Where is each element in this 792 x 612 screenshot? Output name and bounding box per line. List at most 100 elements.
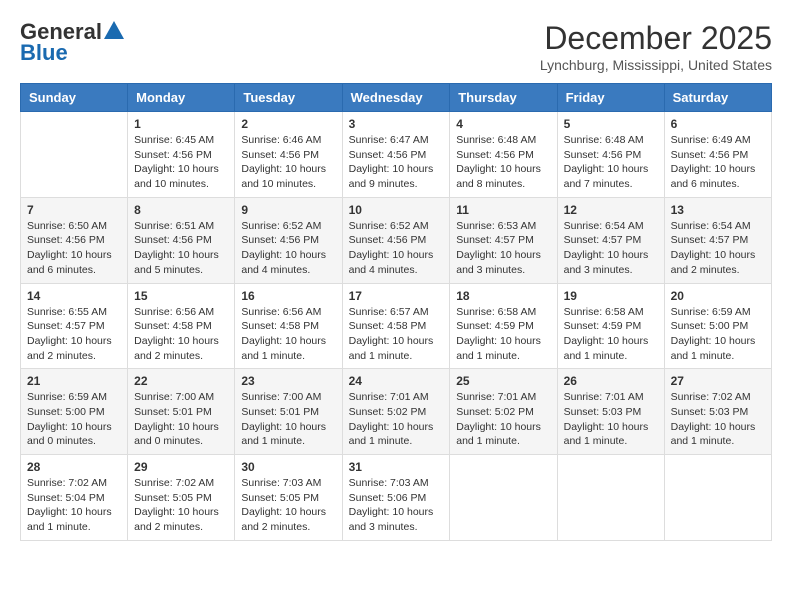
day-info: Sunrise: 7:01 AM Sunset: 5:03 PM Dayligh… (564, 390, 658, 449)
day-info: Sunrise: 6:54 AM Sunset: 4:57 PM Dayligh… (564, 219, 658, 278)
day-cell: 30Sunrise: 7:03 AM Sunset: 5:05 PM Dayli… (235, 455, 342, 541)
day-cell: 12 Sunrise: 6:54 AM Sunset: 4:57 PM Dayli… (557, 197, 664, 283)
week-row-1: 1 Sunrise: 6:45 AM Sunset: 4:56 PM Daylig… (21, 112, 772, 198)
day-info: Sunrise: 6:58 AM Sunset: 4:59 PM Dayligh… (456, 305, 550, 364)
day-cell: 25 Sunrise: 7:01 AM Sunset: 5:02 PM Dayli… (450, 369, 557, 455)
day-info: Sunrise: 6:52 AM Sunset: 4:56 PM Dayligh… (241, 219, 335, 278)
day-number: 30 (241, 460, 335, 474)
day-cell: 16Sunrise: 6:56 AM Sunset: 4:58 PM Dayli… (235, 283, 342, 369)
day-number: 7 (27, 203, 121, 217)
weekday-header-row: SundayMondayTuesdayWednesdayThursdayFrid… (21, 84, 772, 112)
day-cell: 11Sunrise: 6:53 AM Sunset: 4:57 PM Dayli… (450, 197, 557, 283)
weekday-wednesday: Wednesday (342, 84, 450, 112)
logo: General Blue (20, 20, 124, 66)
day-cell: 8Sunrise: 6:51 AM Sunset: 4:56 PM Daylig… (128, 197, 235, 283)
week-row-5: 28 Sunrise: 7:02 AM Sunset: 5:04 PM Dayli… (21, 455, 772, 541)
day-cell: 24 Sunrise: 7:01 AM Sunset: 5:02 PM Dayli… (342, 369, 450, 455)
day-cell: 28 Sunrise: 7:02 AM Sunset: 5:04 PM Dayli… (21, 455, 128, 541)
day-cell: 21 Sunrise: 6:59 AM Sunset: 5:00 PM Dayli… (21, 369, 128, 455)
day-cell: 15Sunrise: 6:56 AM Sunset: 4:58 PM Dayli… (128, 283, 235, 369)
day-cell (664, 455, 771, 541)
day-cell: 19 Sunrise: 6:58 AM Sunset: 4:59 PM Dayli… (557, 283, 664, 369)
week-row-2: 7 Sunrise: 6:50 AM Sunset: 4:56 PM Daylig… (21, 197, 772, 283)
day-cell: 22 Sunrise: 7:00 AM Sunset: 5:01 PM Dayli… (128, 369, 235, 455)
weekday-sunday: Sunday (21, 84, 128, 112)
day-cell: 27 Sunrise: 7:02 AM Sunset: 5:03 PM Dayli… (664, 369, 771, 455)
day-number: 31 (349, 460, 444, 474)
day-info: Sunrise: 6:50 AM Sunset: 4:56 PM Dayligh… (27, 219, 121, 278)
day-number: 6 (671, 117, 765, 131)
day-number: 4 (456, 117, 550, 131)
weekday-friday: Friday (557, 84, 664, 112)
day-number: 1 (134, 117, 228, 131)
day-cell: 17Sunrise: 6:57 AM Sunset: 4:58 PM Dayli… (342, 283, 450, 369)
day-number: 20 (671, 289, 765, 303)
day-cell: 4 Sunrise: 6:48 AM Sunset: 4:56 PM Daylig… (450, 112, 557, 198)
day-cell: 20 Sunrise: 6:59 AM Sunset: 5:00 PM Dayli… (664, 283, 771, 369)
day-number: 12 (564, 203, 658, 217)
week-row-3: 14 Sunrise: 6:55 AM Sunset: 4:57 PM Dayli… (21, 283, 772, 369)
day-info: Sunrise: 6:55 AM Sunset: 4:57 PM Dayligh… (27, 305, 121, 364)
day-cell: 6Sunrise: 6:49 AM Sunset: 4:56 PM Daylig… (664, 112, 771, 198)
day-number: 19 (564, 289, 658, 303)
day-number: 11 (456, 203, 550, 217)
day-cell: 1 Sunrise: 6:45 AM Sunset: 4:56 PM Daylig… (128, 112, 235, 198)
day-info: Sunrise: 6:46 AM Sunset: 4:56 PM Dayligh… (241, 133, 335, 192)
day-info: Sunrise: 7:01 AM Sunset: 5:02 PM Dayligh… (349, 390, 444, 449)
day-number: 2 (241, 117, 335, 131)
day-number: 22 (134, 374, 228, 388)
day-cell: 14 Sunrise: 6:55 AM Sunset: 4:57 PM Dayli… (21, 283, 128, 369)
day-cell: 29Sunrise: 7:02 AM Sunset: 5:05 PM Dayli… (128, 455, 235, 541)
title-area: December 2025 Lynchburg, Mississippi, Un… (540, 20, 772, 73)
day-cell: 9 Sunrise: 6:52 AM Sunset: 4:56 PM Daylig… (235, 197, 342, 283)
day-number: 29 (134, 460, 228, 474)
day-number: 26 (564, 374, 658, 388)
day-cell: 18 Sunrise: 6:58 AM Sunset: 4:59 PM Dayli… (450, 283, 557, 369)
day-cell: 5Sunrise: 6:48 AM Sunset: 4:56 PM Daylig… (557, 112, 664, 198)
day-number: 25 (456, 374, 550, 388)
weekday-monday: Monday (128, 84, 235, 112)
day-info: Sunrise: 6:45 AM Sunset: 4:56 PM Dayligh… (134, 133, 228, 192)
day-number: 3 (349, 117, 444, 131)
day-cell: 26 Sunrise: 7:01 AM Sunset: 5:03 PM Dayli… (557, 369, 664, 455)
day-info: Sunrise: 6:48 AM Sunset: 4:56 PM Dayligh… (456, 133, 550, 192)
day-number: 21 (27, 374, 121, 388)
day-cell: 10 Sunrise: 6:52 AM Sunset: 4:56 PM Dayli… (342, 197, 450, 283)
day-number: 9 (241, 203, 335, 217)
day-info: Sunrise: 6:59 AM Sunset: 5:00 PM Dayligh… (27, 390, 121, 449)
day-cell: 7 Sunrise: 6:50 AM Sunset: 4:56 PM Daylig… (21, 197, 128, 283)
day-number: 10 (349, 203, 444, 217)
day-info: Sunrise: 7:02 AM Sunset: 5:03 PM Dayligh… (671, 390, 765, 449)
day-number: 28 (27, 460, 121, 474)
day-info: Sunrise: 6:54 AM Sunset: 4:57 PM Dayligh… (671, 219, 765, 278)
day-cell: 23Sunrise: 7:00 AM Sunset: 5:01 PM Dayli… (235, 369, 342, 455)
day-info: Sunrise: 6:59 AM Sunset: 5:00 PM Dayligh… (671, 305, 765, 364)
day-info: Sunrise: 7:01 AM Sunset: 5:02 PM Dayligh… (456, 390, 550, 449)
day-info: Sunrise: 6:48 AM Sunset: 4:56 PM Dayligh… (564, 133, 658, 192)
day-info: Sunrise: 7:02 AM Sunset: 5:04 PM Dayligh… (27, 476, 121, 535)
day-info: Sunrise: 6:57 AM Sunset: 4:58 PM Dayligh… (349, 305, 444, 364)
day-info: Sunrise: 7:00 AM Sunset: 5:01 PM Dayligh… (134, 390, 228, 449)
day-number: 27 (671, 374, 765, 388)
logo-blue: Blue (20, 40, 68, 66)
weekday-saturday: Saturday (664, 84, 771, 112)
day-info: Sunrise: 6:56 AM Sunset: 4:58 PM Dayligh… (241, 305, 335, 364)
day-number: 14 (27, 289, 121, 303)
day-cell: 2 Sunrise: 6:46 AM Sunset: 4:56 PM Daylig… (235, 112, 342, 198)
calendar: SundayMondayTuesdayWednesdayThursdayFrid… (20, 83, 772, 541)
weekday-thursday: Thursday (450, 84, 557, 112)
day-number: 15 (134, 289, 228, 303)
day-number: 13 (671, 203, 765, 217)
day-number: 18 (456, 289, 550, 303)
day-info: Sunrise: 6:52 AM Sunset: 4:56 PM Dayligh… (349, 219, 444, 278)
day-number: 24 (349, 374, 444, 388)
day-number: 23 (241, 374, 335, 388)
day-cell: 13 Sunrise: 6:54 AM Sunset: 4:57 PM Dayli… (664, 197, 771, 283)
logo-icon (104, 20, 124, 44)
day-info: Sunrise: 6:58 AM Sunset: 4:59 PM Dayligh… (564, 305, 658, 364)
day-cell (21, 112, 128, 198)
day-cell: 3Sunrise: 6:47 AM Sunset: 4:56 PM Daylig… (342, 112, 450, 198)
day-cell (450, 455, 557, 541)
day-cell: 31Sunrise: 7:03 AM Sunset: 5:06 PM Dayli… (342, 455, 450, 541)
day-cell (557, 455, 664, 541)
